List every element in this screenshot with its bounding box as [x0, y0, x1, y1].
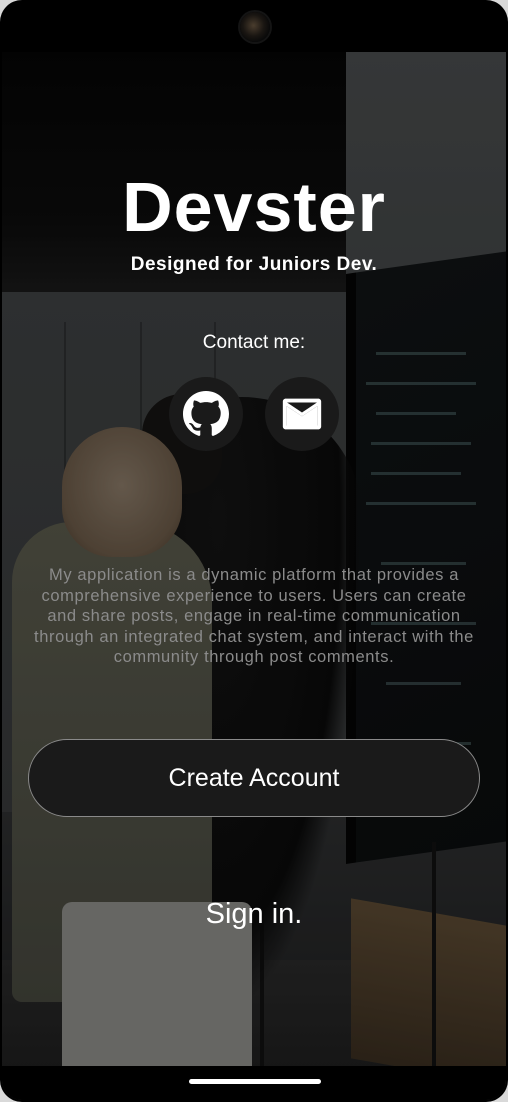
app-description: My application is a dynamic platform tha…: [34, 566, 474, 666]
contact-label: Contact me:: [202, 332, 306, 353]
github-button[interactable]: [169, 377, 243, 451]
home-indicator[interactable]: [189, 1079, 321, 1084]
screen: Devster Designed for Juniors Dev. Contac…: [2, 2, 506, 1100]
mail-icon: [282, 398, 322, 430]
app-title: Devster: [122, 168, 386, 246]
mail-button[interactable]: [265, 377, 339, 451]
sign-in-link[interactable]: Sign in.: [2, 898, 506, 931]
github-icon: [183, 391, 229, 436]
phone-frame: Devster Designed for Juniors Dev. Contac…: [0, 0, 508, 1102]
app-subtitle: Designed for Juniors Dev.: [130, 254, 378, 275]
create-account-button[interactable]: Create Account: [28, 739, 480, 817]
welcome-content: Devster Designed for Juniors Dev. Contac…: [2, 2, 506, 1100]
